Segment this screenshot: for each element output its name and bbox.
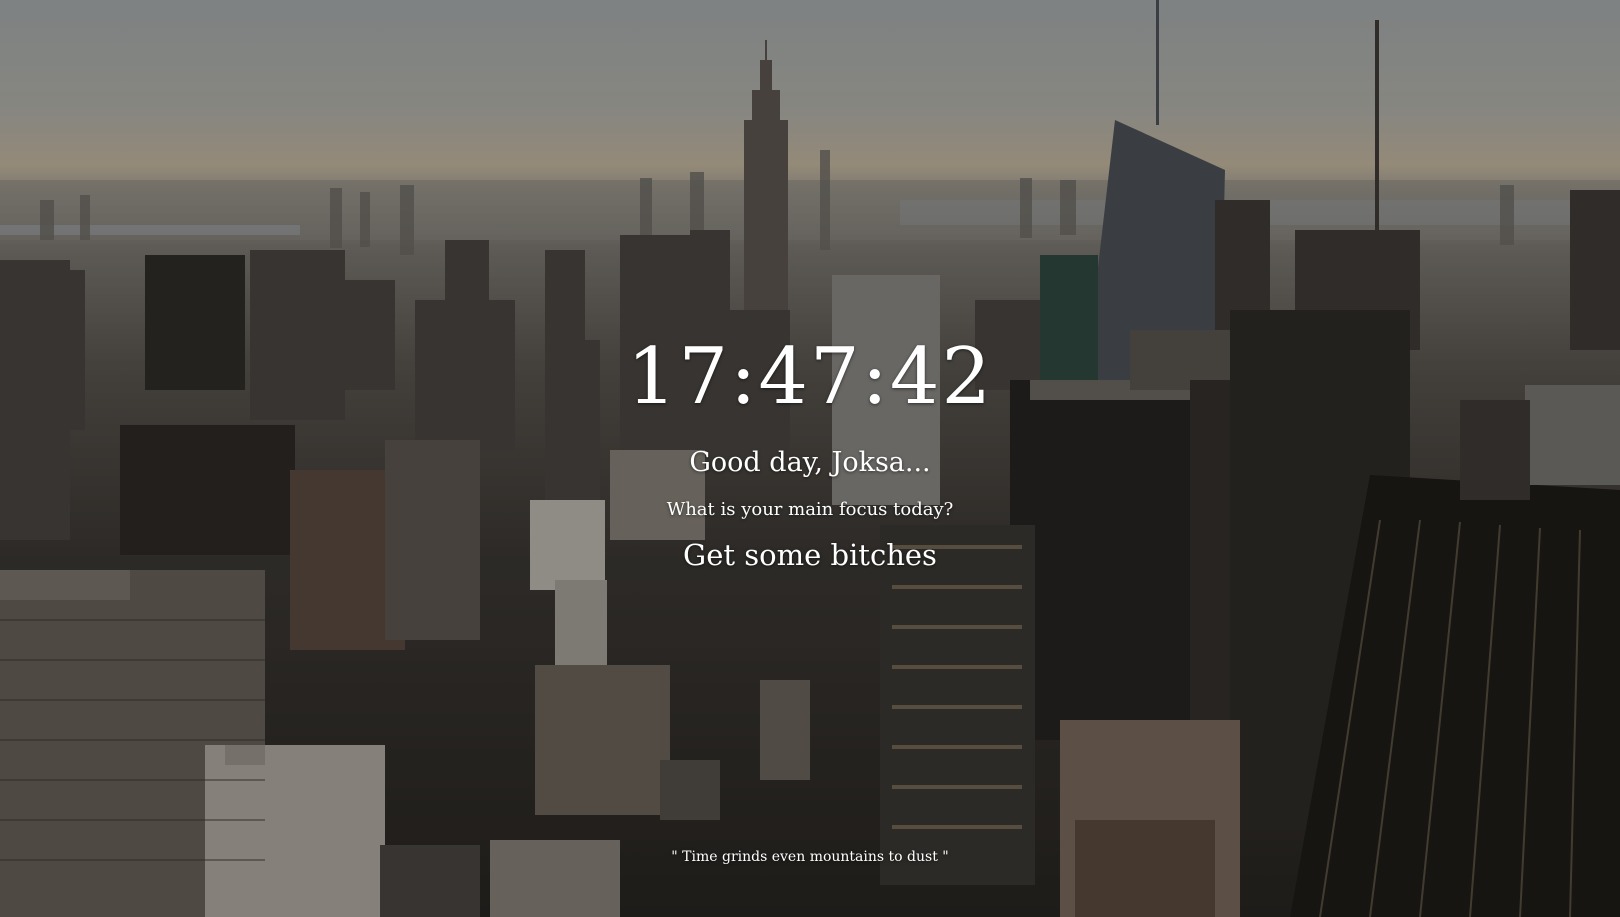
greeting-text: Good day, Joksa... (689, 447, 931, 478)
new-tab-dashboard: 17:47:42 Good day, Joksa... What is your… (0, 0, 1620, 917)
clock-display: 17:47:42 (626, 332, 994, 422)
daily-quote: " Time grinds even mountains to dust " (671, 849, 949, 865)
focus-answer-text[interactable]: Get some bitches (0, 539, 1620, 572)
focus-question: What is your main focus today? (666, 499, 954, 520)
